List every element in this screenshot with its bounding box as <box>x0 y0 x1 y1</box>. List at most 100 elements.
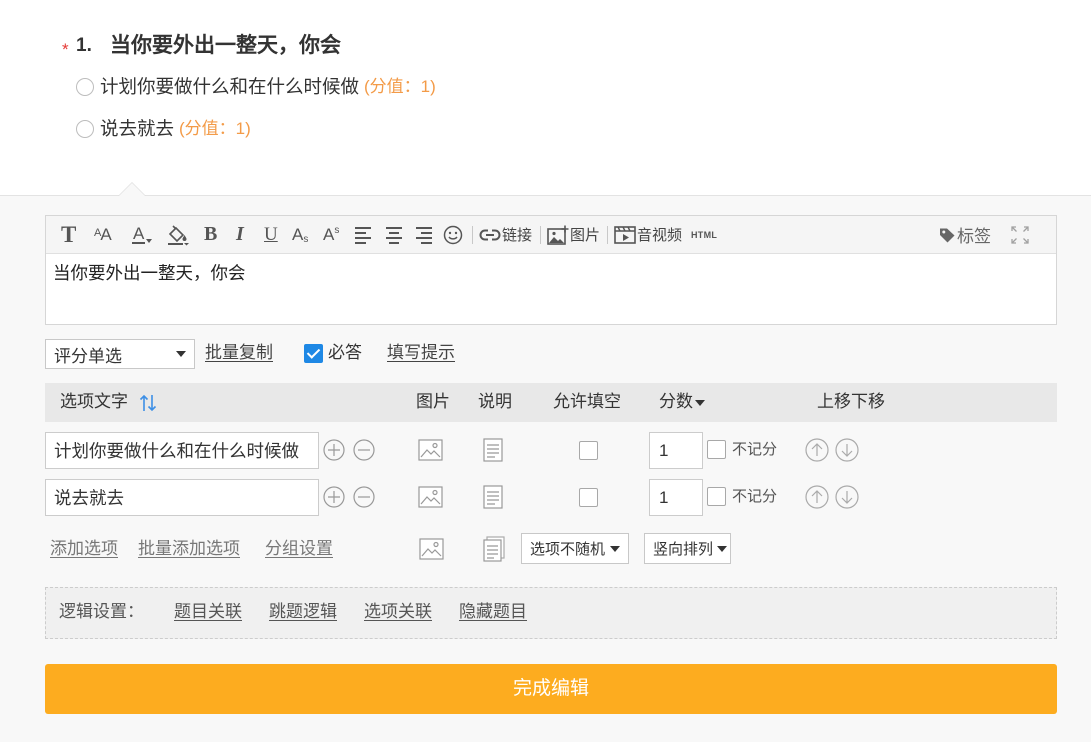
insert-image-button[interactable]: 图片 <box>547 216 600 253</box>
image-icon <box>547 225 569 245</box>
skip-logic-link[interactable]: 跳题逻辑 <box>269 601 337 623</box>
preview-option[interactable]: 说去就去 (分值：1) <box>76 118 251 140</box>
move-up-icon[interactable] <box>805 485 829 509</box>
font-color-glyph: A <box>132 224 146 244</box>
link-label: 链接 <box>502 227 533 244</box>
question-type-value: 评分单选 <box>54 346 122 366</box>
logic-settings-label: 逻辑设置： <box>59 602 144 621</box>
preview-option[interactable]: 计划你要做什么和在什么时候做 (分值：1) <box>76 76 436 98</box>
font-family-glyph: T <box>61 221 77 247</box>
question-type-select[interactable]: 评分单选 <box>45 339 195 369</box>
font-color-icon[interactable]: A <box>132 216 153 253</box>
editor-content[interactable]: 当你要外出一整天，你会 <box>46 254 1056 292</box>
add-option-icon[interactable] <box>323 439 345 461</box>
video-icon <box>614 225 636 244</box>
option-label: 计划你要做什么和在什么时候做 <box>100 76 360 97</box>
header-image: 图片 <box>416 392 450 411</box>
option-layout-select[interactable]: 竖向排列 <box>644 533 731 564</box>
subscript-glyph: A <box>292 224 304 244</box>
underline-icon[interactable]: U <box>264 216 278 253</box>
remove-option-icon[interactable] <box>353 439 375 461</box>
caret-down-icon[interactable] <box>695 400 705 406</box>
background-color-icon[interactable] <box>166 216 190 253</box>
toolbar-separator <box>472 226 473 244</box>
subscript-icon[interactable]: A s <box>292 216 308 253</box>
required-label: 必答 <box>328 343 362 362</box>
no-score-checkbox[interactable] <box>707 487 726 506</box>
insert-link-button[interactable]: 链接 <box>479 216 532 253</box>
option-label: 说去就去 <box>100 118 175 139</box>
batch-image-icon[interactable] <box>419 537 444 561</box>
batch-copy-link[interactable]: 批量复制 <box>205 342 273 364</box>
group-settings-link[interactable]: 分组设置 <box>265 538 333 560</box>
sort-icon[interactable] <box>139 393 157 413</box>
option-score: (分值：1) <box>364 77 436 96</box>
option-layout-value: 竖向排列 <box>653 541 714 558</box>
chevron-down-icon <box>146 238 153 243</box>
option-text-input[interactable] <box>45 432 319 469</box>
move-down-icon[interactable] <box>835 438 859 462</box>
align-left-icon[interactable] <box>353 216 373 253</box>
batch-add-options-link[interactable]: 批量添加选项 <box>138 538 240 560</box>
question-title: 当你要外出一整天，你会 <box>110 34 341 57</box>
option-image-icon[interactable] <box>418 439 443 461</box>
header-allow-fill: 允许填空 <box>553 392 621 411</box>
add-option-icon[interactable] <box>323 486 345 508</box>
font-family-icon[interactable]: T <box>61 216 76 253</box>
media-label: 音视频 <box>637 227 683 244</box>
no-score-checkbox[interactable] <box>707 440 726 459</box>
hide-question-link[interactable]: 隐藏题目 <box>459 601 527 623</box>
radio-button[interactable] <box>76 78 94 96</box>
toolbar-separator <box>540 226 541 244</box>
toolbar-separator <box>607 226 608 244</box>
fill-hint-link[interactable]: 填写提示 <box>387 342 455 364</box>
font-size-icon[interactable]: A A <box>94 216 112 253</box>
header-score[interactable]: 分数 <box>659 391 693 413</box>
option-score: (分值：1) <box>179 119 251 138</box>
score-input[interactable] <box>649 432 703 469</box>
superscript-icon[interactable]: A s <box>323 216 339 253</box>
superscript-glyph: A <box>323 224 335 244</box>
image-label: 图片 <box>570 227 601 244</box>
editor-toolbar: T A A A B I U A s A s 链接 图片 音视频 HTML 标签 <box>46 216 1056 254</box>
option-description-icon[interactable] <box>483 438 503 462</box>
radio-button[interactable] <box>76 120 94 138</box>
option-text-input[interactable] <box>45 479 319 516</box>
fullscreen-icon[interactable] <box>1011 216 1029 253</box>
option-relation-link[interactable]: 选项关联 <box>364 601 432 623</box>
option-image-icon[interactable] <box>418 486 443 508</box>
superscript-small-glyph: s <box>334 224 340 236</box>
allow-fill-checkbox[interactable] <box>579 488 598 507</box>
header-option-text: 选项文字 <box>60 392 128 411</box>
remove-option-icon[interactable] <box>353 486 375 508</box>
bold-icon[interactable]: B <box>204 216 217 253</box>
finish-editing-button[interactable]: 完成编辑 <box>45 664 1057 714</box>
score-input[interactable] <box>649 479 703 516</box>
bold-glyph: B <box>204 223 218 245</box>
html-label: HTML <box>691 229 718 240</box>
panel-pointer-fill <box>119 183 145 196</box>
move-down-icon[interactable] <box>835 485 859 509</box>
add-option-link[interactable]: 添加选项 <box>50 538 118 560</box>
italic-icon[interactable]: I <box>236 216 244 253</box>
tag-button[interactable]: 标签 <box>939 216 991 253</box>
no-score-label: 不记分 <box>732 441 778 458</box>
chevron-down-icon <box>717 545 727 552</box>
chevron-down-icon <box>610 545 620 552</box>
batch-description-icon[interactable] <box>483 536 506 562</box>
move-up-icon[interactable] <box>805 438 829 462</box>
question-relation-link[interactable]: 题目关联 <box>174 601 242 623</box>
align-right-icon[interactable] <box>414 216 434 253</box>
allow-fill-checkbox[interactable] <box>579 441 598 460</box>
align-center-icon[interactable] <box>384 216 404 253</box>
emoji-icon[interactable] <box>443 216 463 253</box>
html-source-button[interactable]: HTML <box>691 216 717 253</box>
required-asterisk: * <box>62 40 69 59</box>
required-checkbox[interactable] <box>304 344 323 363</box>
link-icon <box>479 229 501 240</box>
header-move: 上移下移 <box>817 392 885 411</box>
option-random-select[interactable]: 选项不随机 <box>521 533 629 564</box>
insert-media-button[interactable]: 音视频 <box>614 216 682 253</box>
option-description-icon[interactable] <box>483 485 503 509</box>
rich-text-editor: T A A A B I U A s A s 链接 图片 音视频 HTML 标签 … <box>45 215 1057 325</box>
